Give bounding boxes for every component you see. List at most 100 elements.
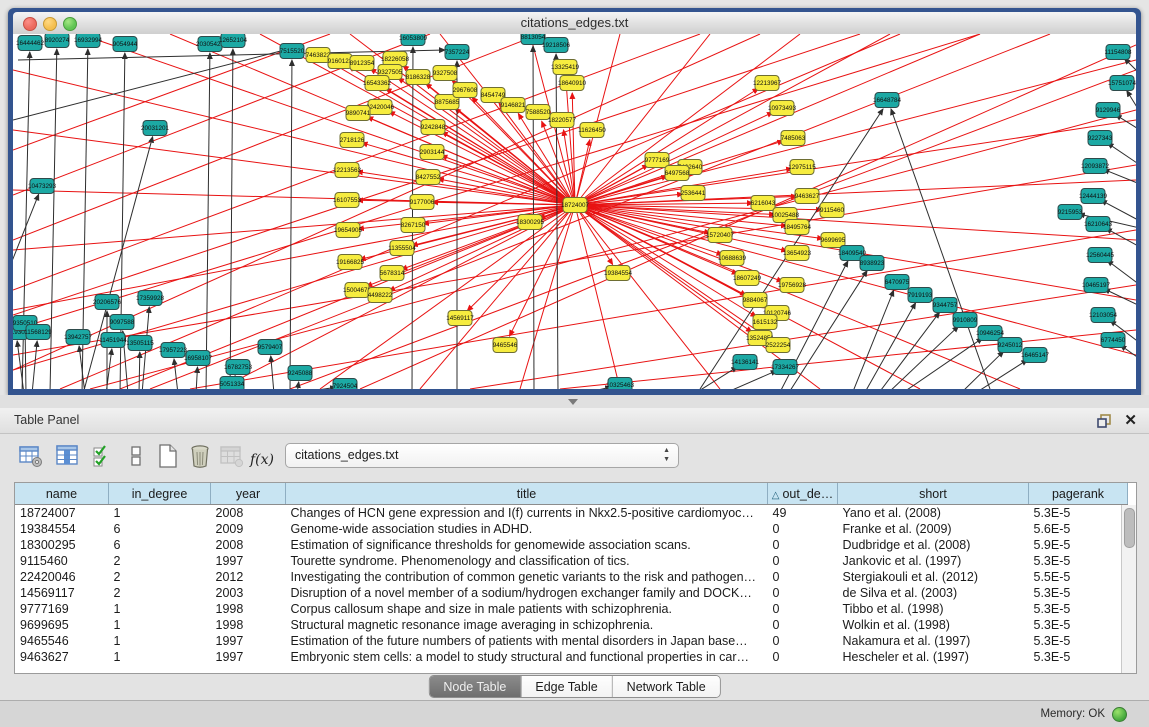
show-columns-button[interactable] xyxy=(54,442,82,470)
table-cell[interactable]: 1 xyxy=(109,617,211,633)
table-cell[interactable]: 1 xyxy=(109,601,211,617)
table-cell[interactable]: 5.3E-5 xyxy=(1029,553,1128,569)
row-height-button[interactable] xyxy=(122,442,150,470)
table-cell[interactable]: Jankovic et al. (1997) xyxy=(838,553,1029,569)
table-cell[interactable]: 0 xyxy=(768,569,838,585)
table-cell[interactable]: 0 xyxy=(768,633,838,649)
table-cell[interactable]: Genome-wide association studies in ADHD. xyxy=(286,521,768,537)
table-cell[interactable]: 1998 xyxy=(211,617,286,633)
table-cell[interactable]: 2 xyxy=(109,553,211,569)
table-cell[interactable]: 0 xyxy=(768,521,838,537)
table-cell[interactable]: 1 xyxy=(109,633,211,649)
table-cell[interactable]: 9699695 xyxy=(15,617,109,633)
scrollbar-thumb[interactable] xyxy=(1124,508,1135,548)
table-cell[interactable]: 9115460 xyxy=(15,553,109,569)
table-cell[interactable]: 18724007 xyxy=(15,505,109,522)
table-cell[interactable]: 5.3E-5 xyxy=(1029,617,1128,633)
table-cell[interactable]: 5.3E-5 xyxy=(1029,505,1128,522)
table-row[interactable]: 1872400712008Changes of HCN gene express… xyxy=(15,505,1128,522)
table-cell[interactable]: 22420046 xyxy=(15,569,109,585)
table-cell[interactable]: Wolkin et al. (1998) xyxy=(838,617,1029,633)
table-cell[interactable]: 2 xyxy=(109,585,211,601)
network-canvas[interactable]: 1872400774638229160123891235418226058932… xyxy=(13,34,1136,389)
table-cell[interactable]: 1997 xyxy=(211,633,286,649)
network-window-titlebar[interactable]: citations_edges.txt xyxy=(13,12,1136,35)
import-table-button[interactable] xyxy=(218,442,246,470)
tab-node-table[interactable]: Node Table xyxy=(429,676,521,697)
table-cell[interactable]: 9463627 xyxy=(15,649,109,665)
table-cell[interactable]: 6 xyxy=(109,537,211,553)
split-pane-divider[interactable] xyxy=(0,395,1149,408)
table-row[interactable]: 1456911722003Disruption of a novel membe… xyxy=(15,585,1128,601)
table-cell[interactable]: 0 xyxy=(768,553,838,569)
table-settings-button[interactable] xyxy=(17,442,45,470)
column-header-in-degree[interactable]: in_degree xyxy=(109,483,211,505)
create-table-button[interactable] xyxy=(154,442,182,470)
table-row[interactable]: 1830029562008Estimation of significance … xyxy=(15,537,1128,553)
table-cell[interactable]: 14569117 xyxy=(15,585,109,601)
table-cell[interactable]: Investigating the contribution of common… xyxy=(286,569,768,585)
table-row[interactable]: 1938455462009Genome-wide association stu… xyxy=(15,521,1128,537)
table-cell[interactable]: 1 xyxy=(109,505,211,522)
table-cell[interactable]: Hescheler et al. (1997) xyxy=(838,649,1029,665)
table-cell[interactable]: 0 xyxy=(768,585,838,601)
table-cell[interactable]: 49 xyxy=(768,505,838,522)
table-row[interactable]: 911546021997Tourette syndrome. Phenomeno… xyxy=(15,553,1128,569)
table-cell[interactable]: Franke et al. (2009) xyxy=(838,521,1029,537)
table-cell[interactable]: Dudbridge et al. (2008) xyxy=(838,537,1029,553)
network-graph[interactable]: 1872400774638229160123891235418226058932… xyxy=(13,34,1136,389)
table-cell[interactable]: Stergiakouli et al. (2012) xyxy=(838,569,1029,585)
table-cell[interactable]: 1997 xyxy=(211,553,286,569)
table-cell[interactable]: Structural magnetic resonance image aver… xyxy=(286,617,768,633)
table-cell[interactable]: 2008 xyxy=(211,537,286,553)
table-cell[interactable]: 2008 xyxy=(211,505,286,522)
table-row[interactable]: 977716911998Corpus callosum shape and si… xyxy=(15,601,1128,617)
column-header-out-degree[interactable]: △out_de… xyxy=(768,483,838,505)
table-cell[interactable]: Estimation of significance thresholds fo… xyxy=(286,537,768,553)
table-vertical-scrollbar[interactable] xyxy=(1121,505,1136,673)
tab-edge-table[interactable]: Edge Table xyxy=(521,676,612,697)
table-cell[interactable]: 0 xyxy=(768,649,838,665)
tab-network-table[interactable]: Network Table xyxy=(613,676,720,697)
table-cell[interactable]: Nakamura et al. (1997) xyxy=(838,633,1029,649)
select-all-button[interactable] xyxy=(90,442,118,470)
column-header-short[interactable]: short xyxy=(838,483,1029,505)
close-panel-icon[interactable]: ✕ xyxy=(1124,411,1137,429)
table-cell[interactable]: de Silva et al. (2003) xyxy=(838,585,1029,601)
table-cell[interactable]: Disruption of a novel member of a sodium… xyxy=(286,585,768,601)
table-row[interactable]: 946554611997Estimation of the future num… xyxy=(15,633,1128,649)
table-cell[interactable]: Tibbo et al. (1998) xyxy=(838,601,1029,617)
table-row[interactable]: 969969511998Structural magnetic resonanc… xyxy=(15,617,1128,633)
table-cell[interactable]: Estimation of the future numbers of pati… xyxy=(286,633,768,649)
table-cell[interactable]: 5.6E-5 xyxy=(1029,521,1128,537)
memory-status-indicator[interactable] xyxy=(1112,707,1127,722)
table-cell[interactable]: Yano et al. (2008) xyxy=(838,505,1029,522)
column-header-name[interactable]: name xyxy=(15,483,109,505)
column-header-pagerank[interactable]: pagerank xyxy=(1029,483,1128,505)
table-cell[interactable]: 1998 xyxy=(211,601,286,617)
table-cell[interactable]: 5.3E-5 xyxy=(1029,649,1128,665)
table-cell[interactable]: 2012 xyxy=(211,569,286,585)
table-cell[interactable]: 2 xyxy=(109,569,211,585)
table-cell[interactable]: 6 xyxy=(109,521,211,537)
table-cell[interactable]: Tourette syndrome. Phenomenology and cla… xyxy=(286,553,768,569)
table-cell[interactable]: 0 xyxy=(768,537,838,553)
function-builder-button[interactable]: f(x) xyxy=(248,446,276,474)
table-cell[interactable]: 1 xyxy=(109,649,211,665)
table-cell[interactable]: 0 xyxy=(768,617,838,633)
table-row[interactable]: 2242004622012Investigating the contribut… xyxy=(15,569,1128,585)
column-header-year[interactable]: year xyxy=(211,483,286,505)
float-panel-icon[interactable] xyxy=(1097,413,1113,429)
table-cell[interactable]: 5.5E-5 xyxy=(1029,569,1128,585)
table-cell[interactable]: 18300295 xyxy=(15,537,109,553)
table-source-dropdown[interactable]: citations_edges.txt ▲▼ xyxy=(285,443,679,468)
table-cell[interactable]: 1997 xyxy=(211,649,286,665)
table-cell[interactable]: 5.9E-5 xyxy=(1029,537,1128,553)
delete-table-button[interactable] xyxy=(186,442,214,470)
table-cell[interactable]: 5.3E-5 xyxy=(1029,633,1128,649)
table-row[interactable]: 946362711997Embryonic stem cells: a mode… xyxy=(15,649,1128,665)
table-cell[interactable]: Changes of HCN gene expression and I(f) … xyxy=(286,505,768,522)
table-cell[interactable]: Embryonic stem cells: a model to study s… xyxy=(286,649,768,665)
divider-handle-icon[interactable] xyxy=(568,399,578,405)
table-cell[interactable]: 2009 xyxy=(211,521,286,537)
